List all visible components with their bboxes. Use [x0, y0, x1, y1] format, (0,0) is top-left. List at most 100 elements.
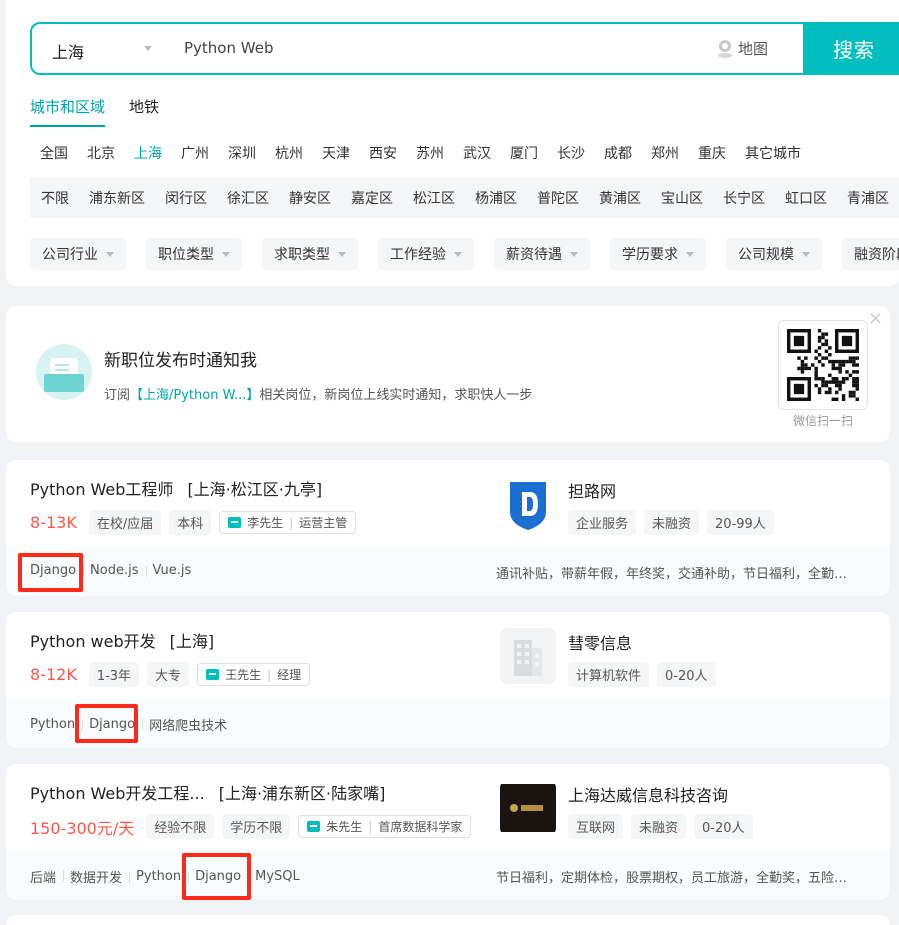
chevron-down-icon: [570, 251, 578, 257]
map-button[interactable]: 地图: [718, 38, 768, 59]
city-option[interactable]: 北京: [87, 143, 115, 163]
city-option[interactable]: 全国: [40, 143, 68, 163]
filter-dropdown[interactable]: 工作经验: [378, 238, 474, 270]
job-footer: Django Node.js Vue.js 通讯补贴，带薪年假，年终奖，交通补助…: [6, 547, 890, 596]
company-tag: 企业服务: [568, 510, 637, 535]
company-logo[interactable]: [500, 780, 556, 836]
filter-label: 公司规模: [738, 247, 794, 263]
district-option[interactable]: 静安区: [289, 188, 331, 208]
city-option[interactable]: 广州: [181, 143, 209, 163]
job-tag: 在校/应届: [88, 510, 162, 535]
city-option[interactable]: 长沙: [557, 143, 585, 163]
company-tag: 未融资: [644, 510, 700, 535]
qr-code: [778, 320, 868, 410]
recruiter-chip[interactable]: 李先生 | 运营主管: [219, 511, 357, 534]
company-tag: 未融资: [631, 814, 687, 839]
city-option[interactable]: 深圳: [228, 143, 256, 163]
company-name[interactable]: 上海达威信息科技咨询: [568, 782, 728, 806]
filter-dropdown[interactable]: 职位类型: [146, 238, 242, 270]
job-card[interactable]: [6, 915, 890, 925]
skill-tag: 后端: [30, 871, 57, 886]
filter-dropdown[interactable]: 公司规模: [726, 238, 822, 270]
salary: 8-12K: [30, 665, 77, 684]
city-option[interactable]: 郑州: [651, 143, 679, 163]
filter-label: 融资阶段: [854, 247, 899, 263]
search-input[interactable]: Python Web: [184, 39, 273, 57]
region-tabs: 城市和区域 地铁: [30, 96, 159, 127]
job-card[interactable]: Python Web开发工程... [上海·浦东新区·陆家嘴] 150-300元/…: [6, 764, 890, 900]
company-tag: 0-20人: [694, 814, 753, 839]
city-option[interactable]: 苏州: [416, 143, 444, 163]
filter-label: 职位类型: [158, 247, 214, 263]
filter-dropdown[interactable]: 薪资待遇: [494, 238, 590, 270]
chevron-down-icon[interactable]: [144, 46, 152, 51]
mail-subscribe-icon: [36, 344, 92, 400]
filter-dropdown[interactable]: 公司行业: [30, 238, 126, 270]
chat-icon: [228, 517, 242, 528]
filter-label: 公司行业: [42, 247, 98, 263]
company-tag: 20-99人: [707, 510, 774, 535]
city-option[interactable]: 重庆: [698, 143, 726, 163]
filter-dropdown[interactable]: 求职类型: [262, 238, 358, 270]
filter-label: 学历要求: [622, 247, 678, 263]
map-button-label: 地图: [738, 40, 769, 58]
chevron-down-icon: [454, 251, 462, 257]
district-option[interactable]: 浦东新区: [89, 188, 145, 208]
annotation-highlight-box: [75, 704, 138, 743]
filter-dropdown[interactable]: 融资阶段: [842, 238, 899, 270]
chevron-down-icon: [338, 251, 346, 257]
job-tag: 1-3年: [88, 662, 140, 687]
company-name[interactable]: 担路网: [568, 478, 616, 502]
job-area: [上海·松江区·九亭]: [187, 480, 323, 499]
filter-bar: 公司行业 职位类型 求职类型 工作经验 薪资待遇 学历要求 公司规模 融资阶段: [30, 238, 899, 270]
district-option[interactable]: 宝山区: [661, 188, 703, 208]
job-title[interactable]: Python web开发 [上海]: [30, 628, 214, 652]
filter-label: 工作经验: [390, 247, 446, 263]
district-option[interactable]: 嘉定区: [351, 188, 393, 208]
job-card[interactable]: Python web开发 [上海] 8-12K 1-3年 大专 王先生 | 经理 彗零…: [6, 612, 890, 748]
district-option[interactable]: 青浦区: [847, 188, 889, 208]
company-logo[interactable]: [500, 628, 556, 684]
job-footer: 后端 数据开发 Python Django MySQL 节日福利，定期体检，股票…: [6, 851, 890, 900]
qr-code-icon: [787, 329, 859, 401]
subscribe-keyword[interactable]: 【上海/Python W...】: [130, 388, 259, 403]
city-option[interactable]: 武汉: [463, 143, 491, 163]
city-option[interactable]: 杭州: [275, 143, 303, 163]
city-option[interactable]: 厦门: [510, 143, 538, 163]
city-select[interactable]: 上海: [52, 39, 84, 63]
filter-dropdown[interactable]: 学历要求: [610, 238, 706, 270]
chevron-down-icon: [802, 251, 810, 257]
city-option[interactable]: 西安: [369, 143, 397, 163]
city-option[interactable]: 天津: [322, 143, 350, 163]
recruiter-chip[interactable]: 朱先生 | 首席数据科学家: [298, 815, 472, 838]
city-option[interactable]: 成都: [604, 143, 632, 163]
district-option[interactable]: 普陀区: [537, 188, 579, 208]
job-tag: 大专: [147, 662, 190, 687]
district-option[interactable]: 闵行区: [165, 188, 207, 208]
tab-city-district[interactable]: 城市和区域: [30, 96, 106, 127]
welfare-text: 通讯补贴，带薪年假，年终奖，交通补助，节日福利，全勤奖，五险一金: [496, 567, 856, 582]
company-tag: 计算机软件: [568, 662, 650, 687]
district-option[interactable]: 虹口区: [785, 188, 827, 208]
company-logo[interactable]: [500, 476, 556, 532]
job-tag: 经验不限: [146, 814, 215, 839]
district-option[interactable]: 松江区: [413, 188, 455, 208]
district-option[interactable]: 不限: [41, 188, 69, 208]
city-option[interactable]: 上海: [134, 143, 162, 163]
district-option[interactable]: 徐汇区: [227, 188, 269, 208]
district-option[interactable]: 黄浦区: [599, 188, 641, 208]
city-option[interactable]: 其它城市: [745, 143, 801, 163]
search-button[interactable]: 搜索: [803, 22, 899, 75]
job-info: 8-13K 在校/应届 本科 李先生 | 运营主管: [30, 510, 357, 535]
job-title[interactable]: Python Web开发工程... [上海·浦东新区·陆家嘴]: [30, 780, 385, 804]
district-option[interactable]: 长宁区: [723, 188, 765, 208]
recruiter-chip[interactable]: 王先生 | 经理: [197, 663, 311, 686]
salary: 150-300元/天: [30, 818, 135, 838]
job-title[interactable]: Python Web工程师 [上海·松江区·九亭]: [30, 476, 322, 500]
close-icon[interactable]: ×: [868, 308, 883, 329]
company-name[interactable]: 彗零信息: [568, 630, 632, 654]
job-card[interactable]: Python Web工程师 [上海·松江区·九亭] 8-13K 在校/应届 本科 …: [6, 460, 890, 596]
tab-subway[interactable]: 地铁: [129, 96, 159, 127]
district-option[interactable]: 杨浦区: [475, 188, 517, 208]
job-footer: Python Django 网络爬虫技术: [6, 699, 890, 748]
